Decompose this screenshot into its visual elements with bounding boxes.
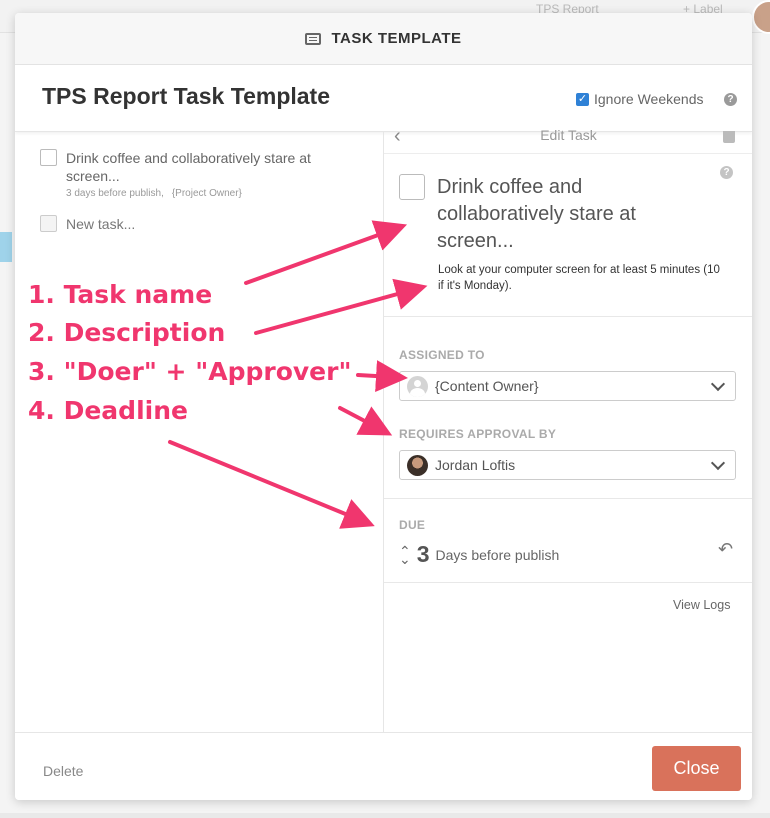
modal-title: TASK TEMPLATE bbox=[331, 30, 462, 47]
assigned-to-select[interactable]: {Content Owner} bbox=[399, 371, 736, 401]
template-name[interactable]: TPS Report Task Template bbox=[42, 83, 330, 110]
edit-task-title: Edit Task bbox=[540, 127, 597, 143]
modal-header: TASK TEMPLATE bbox=[15, 13, 752, 65]
template-title-row: TPS Report Task Template ✓ Ignore Weeken… bbox=[15, 65, 752, 132]
edit-task-pane: ‹ Edit Task ? Drink coffee and collabora… bbox=[383, 125, 752, 732]
delete-button[interactable]: Delete bbox=[43, 763, 83, 779]
task-checkbox[interactable] bbox=[40, 149, 57, 166]
template-icon bbox=[305, 32, 322, 45]
task-help-icon[interactable]: ? bbox=[720, 166, 733, 179]
background-fragment bbox=[0, 232, 12, 262]
due-label: DUE bbox=[399, 518, 426, 532]
due-row: ⌃ ⌄ 3 Days before publish bbox=[399, 541, 559, 568]
divider bbox=[384, 498, 752, 499]
generic-user-avatar bbox=[407, 375, 428, 397]
divider bbox=[384, 582, 752, 583]
view-logs-link[interactable]: View Logs bbox=[673, 598, 730, 612]
chevron-down-icon bbox=[710, 455, 726, 471]
due-number[interactable]: 3 bbox=[417, 541, 430, 568]
task-description-field[interactable]: Look at your computer screen for at leas… bbox=[438, 262, 728, 294]
task-days: 3 days before publish, bbox=[66, 188, 164, 199]
trash-icon[interactable] bbox=[723, 131, 735, 143]
task-meta: 3 days before publish, {Project Owner} bbox=[66, 188, 336, 199]
assigned-to-value: {Content Owner} bbox=[435, 378, 539, 394]
approval-label: REQUIRES APPROVAL BY bbox=[399, 427, 557, 441]
background-avatar bbox=[752, 0, 770, 34]
new-task-item[interactable]: New task... bbox=[40, 215, 135, 232]
close-button[interactable]: Close bbox=[652, 746, 741, 791]
task-owner: {Project Owner} bbox=[171, 188, 242, 199]
modal-footer: Delete Close bbox=[15, 732, 752, 800]
task-detail: ? Drink coffee and collaboratively stare… bbox=[384, 154, 752, 317]
new-task-checkbox bbox=[40, 215, 57, 232]
task-list-pane: Drink coffee and collaboratively stare a… bbox=[15, 131, 383, 732]
assigned-to-label: ASSIGNED TO bbox=[399, 348, 485, 362]
task-template-modal: TASK TEMPLATE TPS Report Task Template ✓… bbox=[15, 13, 752, 800]
task-complete-checkbox[interactable] bbox=[399, 174, 425, 200]
task-name-field[interactable]: Drink coffee and collaboratively stare a… bbox=[437, 174, 692, 255]
approval-value: Jordan Loftis bbox=[435, 457, 516, 473]
help-icon[interactable]: ? bbox=[724, 93, 737, 106]
approval-select[interactable]: Jordan Loftis bbox=[399, 450, 736, 480]
ignore-weekends-label: Ignore Weekends bbox=[594, 91, 704, 107]
task-name[interactable]: Drink coffee and collaboratively stare a… bbox=[66, 149, 336, 185]
chevron-down-icon bbox=[710, 376, 726, 392]
stepper-icon[interactable]: ⌃ ⌄ bbox=[399, 544, 411, 566]
ignore-weekends-toggle[interactable]: ✓ Ignore Weekends bbox=[576, 91, 703, 107]
due-text: Days before publish bbox=[435, 546, 560, 563]
new-task-input[interactable]: New task... bbox=[66, 216, 135, 232]
user-avatar bbox=[407, 454, 428, 476]
task-list-item[interactable]: Drink coffee and collaboratively stare a… bbox=[40, 149, 336, 199]
undo-icon[interactable]: ↶ bbox=[718, 539, 733, 560]
ignore-weekends-checkbox[interactable]: ✓ bbox=[576, 92, 589, 106]
modal-body: Drink coffee and collaboratively stare a… bbox=[15, 125, 752, 732]
edit-task-header: ‹ Edit Task bbox=[384, 125, 752, 154]
